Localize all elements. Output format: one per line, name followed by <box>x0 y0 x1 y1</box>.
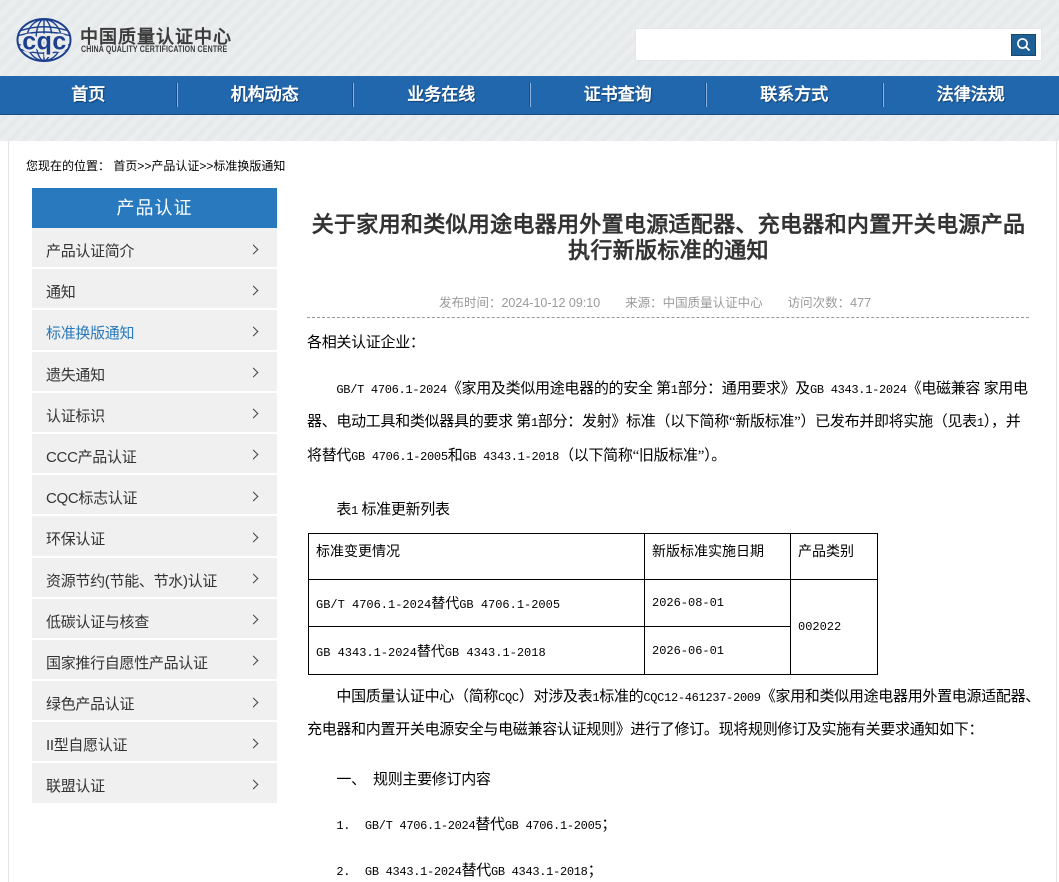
svg-text:cqc: cqc <box>22 28 67 56</box>
